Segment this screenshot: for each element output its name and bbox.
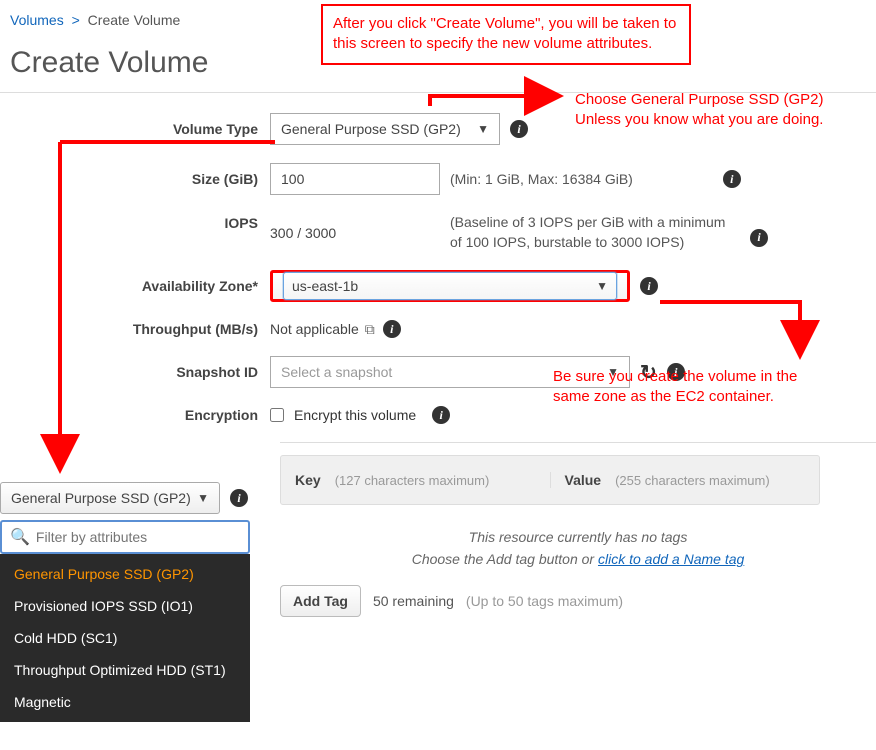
tags-key-label: Key xyxy=(295,472,321,488)
filter-box[interactable]: 🔍 xyxy=(0,520,250,554)
annotation-text: Choose General Purpose SSD (GP2) Unless … xyxy=(575,90,823,131)
list-item[interactable]: Magnetic xyxy=(0,686,250,718)
info-icon[interactable]: i xyxy=(640,277,658,295)
popout-list: General Purpose SSD (GP2) Provisioned IO… xyxy=(0,554,250,722)
row-size: Size (GiB) (Min: 1 GiB, Max: 16384 GiB) … xyxy=(0,163,876,195)
row-az: Availability Zone* us-east-1b ▼ i xyxy=(0,270,876,302)
chevron-down-icon: ▼ xyxy=(197,491,209,505)
list-item[interactable]: General Purpose SSD (GP2) xyxy=(0,558,250,590)
label-size: Size (GiB) xyxy=(0,171,270,187)
tags-section: Key (127 characters maximum) Value (255 … xyxy=(280,455,876,617)
list-item[interactable]: Throughput Optimized HDD (ST1) xyxy=(0,654,250,686)
label-throughput: Throughput (MB/s) xyxy=(0,321,270,337)
list-item[interactable]: Provisioned IOPS SSD (IO1) xyxy=(0,590,250,622)
label-az: Availability Zone* xyxy=(0,278,270,294)
size-hint: (Min: 1 GiB, Max: 16384 GiB) xyxy=(450,171,633,187)
breadcrumb-current: Create Volume xyxy=(88,12,181,28)
popout-select[interactable]: General Purpose SSD (GP2) ▼ xyxy=(0,482,220,514)
tags-hint-prefix: Choose the Add tag button or xyxy=(412,551,598,567)
info-icon[interactable]: i xyxy=(510,120,528,138)
row-encryption: Encryption Encrypt this volume i xyxy=(0,406,876,424)
list-item[interactable]: Cold HDD (SC1) xyxy=(0,622,250,654)
info-icon[interactable]: i xyxy=(432,406,450,424)
volume-type-dropdown-popout: General Purpose SSD (GP2) ▼ i 🔍 General … xyxy=(0,482,256,722)
popout-header: General Purpose SSD (GP2) ▼ i xyxy=(0,482,256,520)
tags-key-max: (127 characters maximum) xyxy=(335,473,490,488)
breadcrumb-parent[interactable]: Volumes xyxy=(10,12,64,28)
search-icon: 🔍 xyxy=(10,527,30,547)
annotation-text: Be sure you create the volume in the sam… xyxy=(553,367,797,408)
label-snapshot: Snapshot ID xyxy=(0,364,270,380)
volume-type-select[interactable]: General Purpose SSD (GP2) ▼ xyxy=(270,113,500,145)
filter-input[interactable] xyxy=(30,529,240,545)
az-select[interactable]: us-east-1b ▼ xyxy=(270,270,630,302)
iops-value: 300 / 3000 xyxy=(270,225,440,241)
tags-header-row: Key (127 characters maximum) Value (255 … xyxy=(280,455,820,505)
field-iops: 300 / 3000 (Baseline of 3 IOPS per GiB w… xyxy=(270,213,768,252)
field-size: (Min: 1 GiB, Max: 16384 GiB) i xyxy=(270,163,741,195)
field-throughput: Not applicable ⧉ i xyxy=(270,320,401,338)
divider xyxy=(280,442,876,443)
field-az: us-east-1b ▼ i xyxy=(270,270,658,302)
label-volume-type: Volume Type xyxy=(0,121,270,137)
row-iops: IOPS 300 / 3000 (Baseline of 3 IOPS per … xyxy=(0,213,876,252)
add-tag-button[interactable]: Add Tag xyxy=(280,585,361,617)
info-icon[interactable]: i xyxy=(383,320,401,338)
popout-select-value: General Purpose SSD (GP2) xyxy=(11,490,191,506)
tags-hint: Choose the Add tag button or click to ad… xyxy=(280,551,876,567)
field-volume-type: General Purpose SSD (GP2) ▼ i xyxy=(270,113,528,145)
encrypt-label: Encrypt this volume xyxy=(294,407,416,423)
tags-footer: Add Tag 50 remaining (Up to 50 tags maxi… xyxy=(280,585,876,617)
chevron-down-icon: ▼ xyxy=(596,279,608,293)
annotation-box: After you click "Create Volume", you wil… xyxy=(321,4,691,65)
az-value: us-east-1b xyxy=(292,278,358,294)
breadcrumb-sep: > xyxy=(72,12,80,28)
field-encryption: Encrypt this volume i xyxy=(270,406,450,424)
snapshot-placeholder: Select a snapshot xyxy=(281,364,392,380)
volume-type-value: General Purpose SSD (GP2) xyxy=(281,121,461,137)
throughput-value: Not applicable xyxy=(270,321,359,337)
chevron-down-icon: ▼ xyxy=(477,122,489,136)
info-icon[interactable]: i xyxy=(723,170,741,188)
tags-key-col: Key (127 characters maximum) xyxy=(281,472,551,488)
tags-remaining: 50 remaining xyxy=(373,593,454,609)
tags-hint-link[interactable]: click to add a Name tag xyxy=(598,551,744,567)
label-iops: IOPS xyxy=(0,213,270,231)
tags-empty-message: This resource currently has no tags xyxy=(280,529,876,545)
encrypt-checkbox[interactable] xyxy=(270,408,284,422)
tags-value-col: Value (255 characters maximum) xyxy=(551,472,820,488)
iops-hint: (Baseline of 3 IOPS per GiB with a minim… xyxy=(450,213,740,252)
tags-value-max: (255 characters maximum) xyxy=(615,473,770,488)
tags-value-label: Value xyxy=(565,472,602,488)
info-icon[interactable]: i xyxy=(230,489,248,507)
size-input[interactable] xyxy=(270,163,440,195)
copy-icon[interactable]: ⧉ xyxy=(365,321,375,338)
row-throughput: Throughput (MB/s) Not applicable ⧉ i xyxy=(0,320,876,338)
label-encryption: Encryption xyxy=(0,407,270,423)
tags-max-hint: (Up to 50 tags maximum) xyxy=(466,593,623,609)
info-icon[interactable]: i xyxy=(750,229,768,247)
